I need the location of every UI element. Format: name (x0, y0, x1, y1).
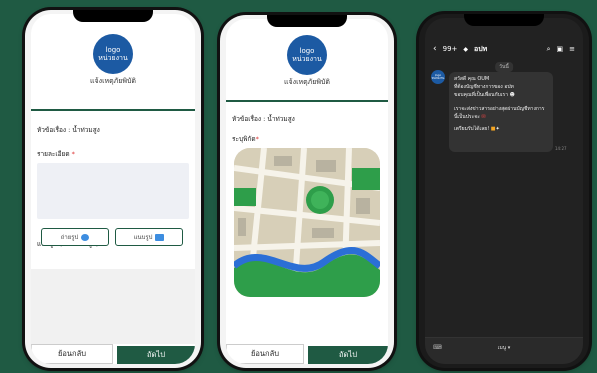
attach-photo-button[interactable]: แนบรูป (115, 228, 183, 246)
detail-label: รายละเอียด * (37, 150, 75, 158)
note-icon[interactable]: ▣ (557, 45, 564, 53)
app-subtitle: แจ้งเหตุภัยพิบัติ (284, 78, 330, 86)
topic-label: หัวข้อเรื่อง : น้ำท่วมสูง (232, 115, 295, 123)
chat-name: อปท (474, 44, 488, 53)
date-chip: วันนี้ (495, 62, 513, 72)
chat-avatar[interactable]: logo หน่วยงาน (431, 70, 445, 84)
phone-notch (464, 14, 544, 26)
screen: logo หน่วยงาน แจ้งเหตุภัยพิบัติ หัวข้อเร… (226, 19, 388, 364)
rich-menu-toggle[interactable]: เมนู ▾ (425, 344, 583, 352)
back-chevron-icon[interactable]: ‹ (433, 44, 437, 54)
message-time: 14:27 (555, 146, 567, 151)
smile-emoji-icon: ☻ (509, 92, 515, 98)
unread-count: 99+ (442, 45, 458, 53)
location-map[interactable] (234, 148, 380, 297)
next-button[interactable]: ถัดไป (117, 346, 195, 364)
phone-chat: ‹ 99+ ◆ อปท ⌕ ▣ ≡ วันนี้ logo หน่วยงาน ส… (419, 14, 589, 368)
back-button[interactable]: ย้อนกลับ (31, 344, 113, 364)
camera-icon (81, 233, 90, 241)
sparkle-emoji-icon: ✦ (495, 126, 500, 132)
image-icon (155, 233, 165, 241)
agency-logo: logo หน่วยงาน (93, 34, 133, 74)
search-icon[interactable]: ⌕ (547, 45, 551, 54)
chat-header: ‹ 99+ ◆ อปท ⌕ ▣ ≡ (433, 42, 575, 56)
phone-notch (267, 15, 347, 27)
app-subtitle: แจ้งเหตุภัยพิบัติ (90, 77, 136, 85)
take-photo-button[interactable]: ถ่ายรูป (41, 228, 109, 246)
detail-textarea[interactable] (37, 163, 189, 219)
back-button[interactable]: ย้อนกลับ (226, 344, 304, 364)
message-bubble: สวัสดี คุณ OUM ที่ต้องบัญชีทางการของ อปท… (449, 72, 553, 152)
topic-label: หัวข้อเรื่อง : น้ำท่วมสูง (37, 126, 100, 134)
phone-notch (73, 10, 153, 22)
phone-location-form: logo หน่วยงาน แจ้งเหตุภัยพิบัติ หัวข้อเร… (220, 15, 394, 368)
map-illustration (234, 148, 380, 297)
agency-logo: logo หน่วยงาน (287, 35, 327, 75)
phone-report-form: logo หน่วยงาน แจ้งเหตุภัยพิบัติ หัวข้อเร… (25, 10, 201, 368)
location-label: ระบุพิกัด* (232, 135, 259, 143)
screen: logo หน่วยงาน แจ้งเหตุภัยพิบัติ หัวข้อเร… (31, 14, 195, 364)
shield-icon: ◆ (463, 45, 469, 53)
envelope-emoji-icon: ✉ (481, 114, 486, 120)
form-blank-area (31, 269, 195, 344)
menu-icon[interactable]: ≡ (569, 45, 575, 53)
next-button[interactable]: ถัดไป (308, 346, 388, 364)
